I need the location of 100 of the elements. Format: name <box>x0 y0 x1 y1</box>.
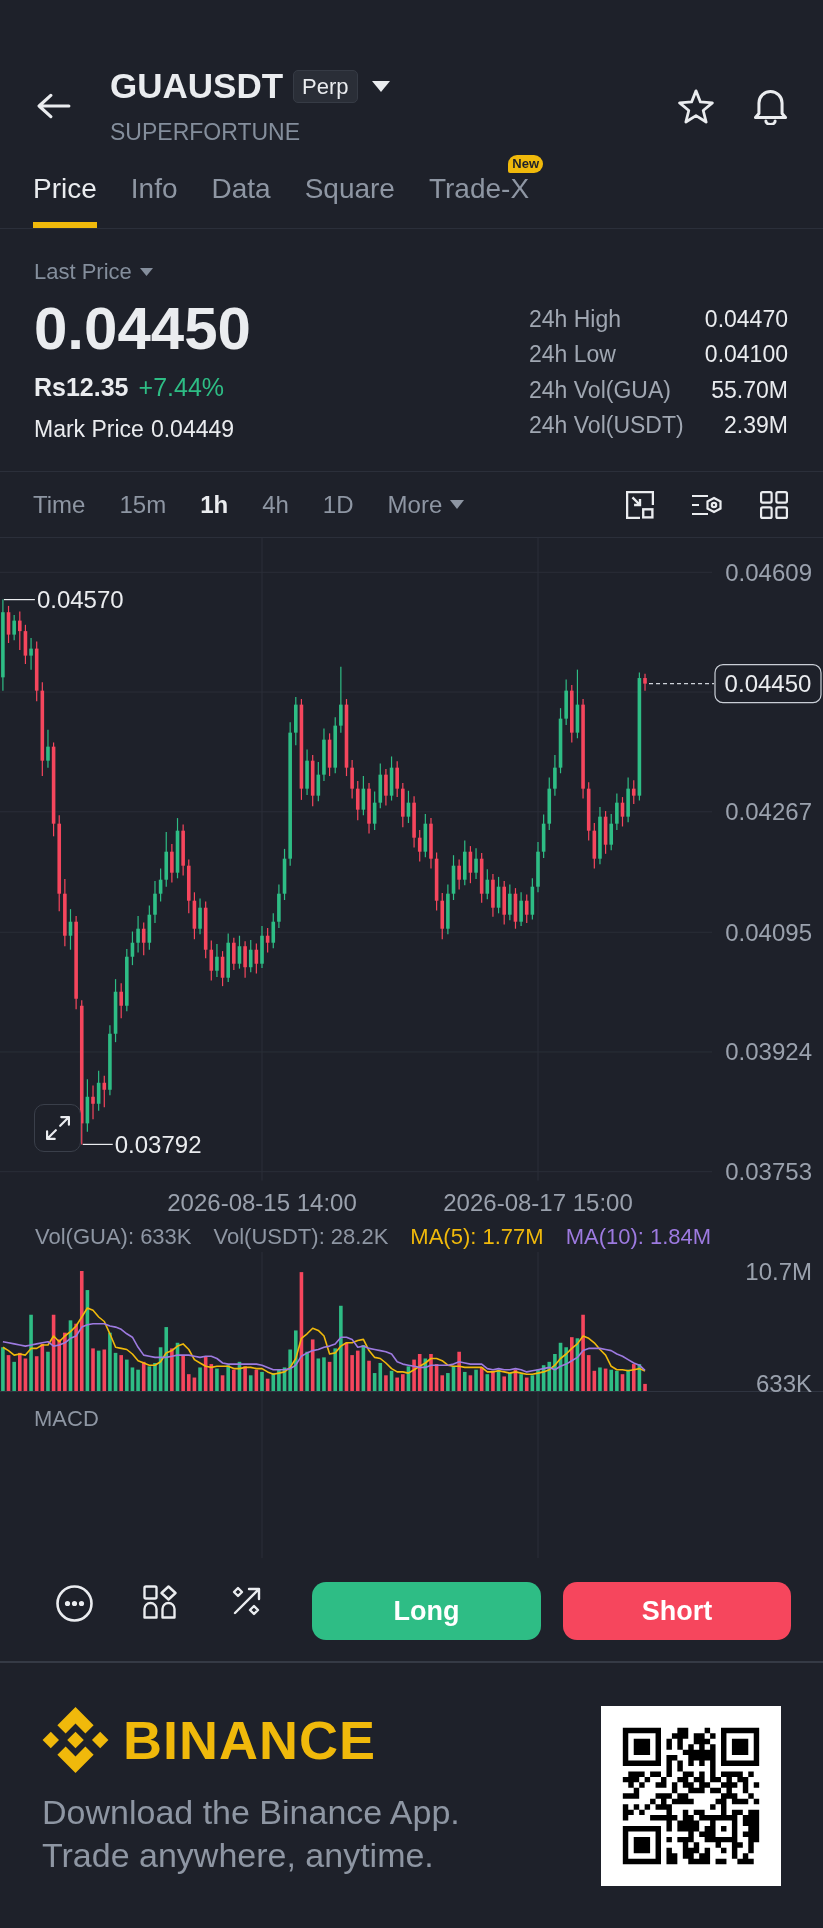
volume-legend-item: MA(10): 1.84M <box>565 1223 712 1250</box>
bar <box>164 1327 169 1391</box>
indicator-label: MACD <box>34 1406 99 1431</box>
bar <box>79 1271 84 1391</box>
candlestick <box>615 792 619 831</box>
candlestick <box>215 943 219 978</box>
current-price-line <box>648 683 715 685</box>
stat-value: 55.70M <box>710 375 788 405</box>
bar <box>401 1374 405 1391</box>
price-axis-label: 0.03753 <box>725 1158 812 1186</box>
candlestick <box>395 760 399 798</box>
time-axis-label: 2026-08-15 14:00 <box>167 1189 357 1216</box>
stat-label: 24h High <box>529 305 623 334</box>
bar <box>350 1355 354 1391</box>
candlestick <box>46 729 50 769</box>
candlestick <box>524 893 529 924</box>
bar <box>186 1374 191 1391</box>
bar <box>12 1361 16 1391</box>
stat-label: 24h Vol(GUA) <box>529 375 672 405</box>
volume-legend-item: MA(5): 1.77M <box>410 1223 544 1250</box>
candlestick <box>153 880 157 924</box>
interval-option[interactable]: Time <box>33 489 86 520</box>
candlestick <box>508 884 512 921</box>
price-axis-label: 0.03924 <box>725 1038 812 1066</box>
volume-axis-label: 633K <box>755 1370 812 1398</box>
candlestick <box>457 858 461 891</box>
percent-arrow-icon[interactable] <box>231 1585 263 1617</box>
bar <box>125 1359 129 1391</box>
bar <box>119 1355 123 1391</box>
candlestick <box>136 915 140 954</box>
star-icon[interactable] <box>678 88 714 124</box>
tab[interactable]: Square <box>304 174 395 228</box>
brand-name: BINANCE <box>123 1710 376 1770</box>
short-button[interactable]: Short <box>563 1582 791 1640</box>
candlestick <box>643 673 647 692</box>
project-name: SUPERFORTUNE <box>110 118 301 146</box>
bar <box>288 1349 292 1391</box>
bar <box>609 1369 614 1391</box>
interval-option[interactable]: 1h <box>200 489 229 520</box>
new-badge: New <box>508 155 544 173</box>
price-type-label[interactable]: Last Price <box>34 259 132 285</box>
more-icon[interactable] <box>56 1585 93 1622</box>
candlestick <box>243 940 247 979</box>
mark-price-value: 0.04449 <box>150 415 235 443</box>
tab[interactable]: Data <box>211 174 271 228</box>
interval-option[interactable]: 15m <box>119 489 167 520</box>
bar <box>519 1374 523 1391</box>
bar <box>643 1383 647 1391</box>
interval-option[interactable]: 4h <box>262 489 289 520</box>
bar <box>355 1350 360 1391</box>
local-currency-price: Rs12.35 <box>34 372 129 402</box>
tab[interactable]: Trade-X <box>428 174 530 228</box>
candlestick <box>91 1084 95 1120</box>
interval-option[interactable]: More <box>387 489 465 520</box>
candlestick <box>141 921 146 956</box>
candlestick <box>18 610 22 651</box>
contract-type-badge: Perp <box>293 69 358 103</box>
bar <box>170 1348 174 1391</box>
bar <box>417 1353 422 1391</box>
bar <box>215 1368 219 1391</box>
bar <box>429 1353 433 1391</box>
bar <box>153 1362 157 1391</box>
candlestick <box>474 847 478 880</box>
volume-legend-item: Vol(GUA): 633K <box>35 1223 192 1250</box>
time-axis-label: 2026-08-17 15:00 <box>443 1189 633 1216</box>
stat-value: 0.04470 <box>704 305 788 334</box>
bar <box>57 1339 62 1391</box>
bar <box>457 1351 461 1391</box>
candlestick <box>170 843 174 884</box>
back-arrow-icon[interactable] <box>37 93 71 119</box>
bell-icon[interactable] <box>753 87 788 125</box>
bar <box>46 1351 50 1391</box>
bar <box>63 1332 67 1391</box>
high-price-label: 0.04570 <box>36 586 124 614</box>
bar <box>502 1376 506 1391</box>
bar <box>581 1314 585 1391</box>
candlestick <box>609 813 614 851</box>
logo-icon <box>42 1706 109 1774</box>
footer-text: Download the Binance App. <box>42 1792 460 1833</box>
bar <box>474 1369 478 1391</box>
bar <box>91 1348 95 1391</box>
stat-value: 2.39M <box>723 410 788 440</box>
bar <box>378 1362 383 1391</box>
interval-option[interactable]: 1D <box>322 489 354 520</box>
caret-icon[interactable] <box>371 80 390 92</box>
grid-icon[interactable] <box>760 490 788 519</box>
tab[interactable]: Price <box>33 174 97 228</box>
bar <box>226 1365 230 1391</box>
mark-price-label: Mark Price <box>34 415 144 443</box>
expand-button[interactable] <box>34 1104 81 1152</box>
tab[interactable]: Info <box>130 174 178 228</box>
bar <box>524 1377 529 1391</box>
bar <box>570 1337 574 1391</box>
low-price-label: 0.03792 <box>114 1130 202 1158</box>
volume-axis-label: 10.7M <box>745 1257 812 1285</box>
square-arrow-icon[interactable] <box>626 490 654 519</box>
shapes-icon[interactable] <box>143 1585 177 1619</box>
bar <box>18 1352 22 1391</box>
price-axis-label: 0.04609 <box>725 558 812 586</box>
candlestick <box>271 912 276 949</box>
